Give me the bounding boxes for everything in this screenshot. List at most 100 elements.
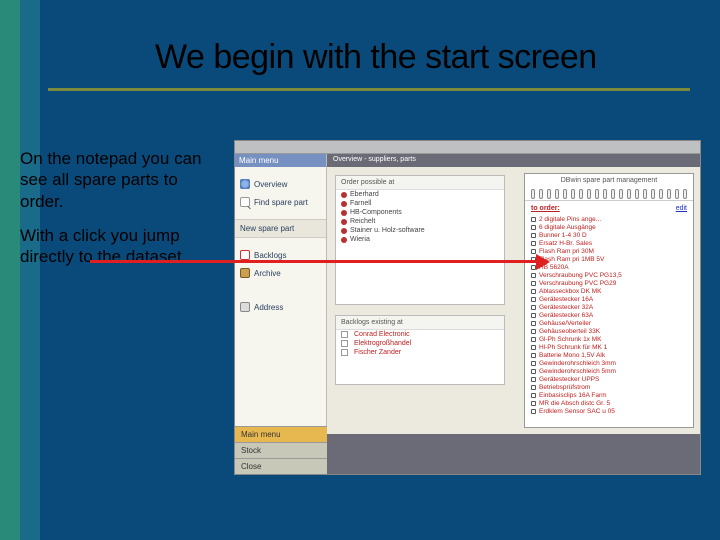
- notepad-item-text: Ablasseckbox DK MK: [539, 288, 602, 295]
- app-titlebar: [235, 141, 700, 154]
- notepad-item[interactable]: Gerätestecker UPPS: [531, 375, 687, 383]
- bullet-icon: [531, 393, 536, 398]
- notepad-item[interactable]: Flash Ram pri 30M: [531, 247, 687, 255]
- notepad-item[interactable]: Bunner 1-4 30 D: [531, 231, 687, 239]
- notepad-item[interactable]: 6 digitale Ausgänge: [531, 223, 687, 231]
- notepad-item-text: Erdklem Sensor SAC u 05: [539, 408, 615, 415]
- notepad-item[interactable]: Verschraubung PVC PG13,5: [531, 271, 687, 279]
- sidebar-item-overview[interactable]: Overview: [235, 175, 326, 193]
- notepad-item[interactable]: Betriebsprüfstrom: [531, 383, 687, 391]
- suppliers-panel: Order possible at EberhardFarnellHB-Comp…: [335, 175, 505, 305]
- notepad-order-label: to order:: [531, 205, 560, 212]
- bullet-icon: [531, 281, 536, 286]
- supplier-name: Eberhard: [350, 191, 379, 198]
- bottom-fill: [327, 434, 700, 474]
- bullet-icon: [531, 337, 536, 342]
- sidebar-item-label: Overview: [254, 180, 287, 189]
- notepad-item-text: Betriebsprüfstrom: [539, 384, 590, 391]
- notepad-item[interactable]: Gl-Ph Schrunk 1x MK: [531, 335, 687, 343]
- sidebar-item-new[interactable]: New spare part: [235, 219, 326, 238]
- supplier-dot-icon: [341, 201, 347, 207]
- application-window: Main menu Overview Find spare part New s…: [234, 140, 701, 475]
- supplier-dot-icon: [341, 210, 347, 216]
- bullet-icon: [531, 353, 536, 358]
- supplier-dot-icon: [341, 228, 347, 234]
- slide: We begin with the start screen On the no…: [0, 0, 720, 540]
- address-icon: [240, 302, 250, 312]
- notepad-title: DBwin spare part management: [525, 174, 693, 187]
- notepad-item-text: Bunner 1-4 30 D: [539, 232, 587, 239]
- notepad-item[interactable]: Gerätestecker 63A: [531, 311, 687, 319]
- notepad-item[interactable]: Gerätestecker 32A: [531, 303, 687, 311]
- backlogs-list: Conrad ElectronicElektrogroßhandelFische…: [336, 330, 504, 357]
- title-underline: [48, 88, 690, 91]
- backlog-row[interactable]: Conrad Electronic: [336, 330, 504, 339]
- bullet-icon: [531, 297, 536, 302]
- sidebar-item-label: Archive: [254, 269, 281, 278]
- notepad-item-text: Gehäuse/Verteiler: [539, 320, 591, 327]
- notepad-item[interactable]: HB 5620A: [531, 263, 687, 271]
- overview-icon: [240, 179, 250, 189]
- notepad-item[interactable]: Ersatz H-Br. Sales: [531, 239, 687, 247]
- supplier-row[interactable]: Reichelt: [336, 217, 504, 226]
- backlog-row[interactable]: Elektrogroßhandel: [336, 339, 504, 348]
- sidebar-item-label: New spare part: [240, 224, 294, 233]
- checkbox-icon[interactable]: [341, 340, 348, 347]
- bullet-icon: [531, 249, 536, 254]
- notepad-body: to order: edit 2 digitale Pins ange...6 …: [525, 201, 693, 419]
- supplier-row[interactable]: Farnell: [336, 199, 504, 208]
- backlogs-panel: Backlogs existing at Conrad ElectronicEl…: [335, 315, 505, 385]
- notepad-item-text: Gehäuseoberteil 33K: [539, 328, 600, 335]
- content-area: Order possible at EberhardFarnellHB-Comp…: [327, 167, 700, 434]
- notepad-item[interactable]: Flash Ram pri 1MB 5V: [531, 255, 687, 263]
- bullet-icon: [531, 377, 536, 382]
- notepad-item[interactable]: 2 digitale Pins ange...: [531, 215, 687, 223]
- notepad-edit-link[interactable]: edit: [676, 205, 687, 212]
- bullet-icon: [531, 369, 536, 374]
- bottom-nav-close[interactable]: Close: [235, 458, 327, 474]
- bottom-nav-main[interactable]: Main menu: [235, 426, 327, 442]
- sidebar-item-archive[interactable]: Archive: [235, 264, 326, 282]
- sidebar-item-label: Address: [254, 303, 283, 312]
- notepad-item[interactable]: Einbasisclips 16A Farm: [531, 391, 687, 399]
- supplier-row[interactable]: Stainer u. Holz-software: [336, 226, 504, 235]
- notepad-item[interactable]: Hl-Ph Schrunk für MK 1: [531, 343, 687, 351]
- bottom-nav-stock[interactable]: Stock: [235, 442, 327, 458]
- checkbox-icon[interactable]: [341, 349, 348, 356]
- supplier-dot-icon: [341, 192, 347, 198]
- bullet-icon: [531, 305, 536, 310]
- supplier-name: Reichelt: [350, 218, 375, 225]
- notepad-item-text: Gewinderohrschleich 3mm: [539, 360, 616, 367]
- notepad-item-text: Gerätestecker UPPS: [539, 376, 599, 383]
- backlogs-panel-title: Backlogs existing at: [336, 316, 504, 330]
- bullet-icon: [531, 241, 536, 246]
- sidebar-item-address[interactable]: Address: [235, 298, 326, 316]
- notepad-item[interactable]: Ablasseckbox DK MK: [531, 287, 687, 295]
- notepad-item[interactable]: MR die Absch distc Gr. 5: [531, 399, 687, 407]
- notepad-item[interactable]: Gerätestecker 16A: [531, 295, 687, 303]
- notepad-item-text: Hl-Ph Schrunk für MK 1: [539, 344, 607, 351]
- supplier-row[interactable]: Eberhard: [336, 190, 504, 199]
- bullet-icon: [531, 273, 536, 278]
- notepad-item[interactable]: Verschraubung PVC PG29: [531, 279, 687, 287]
- notepad-item-text: Ersatz H-Br. Sales: [539, 240, 592, 247]
- suppliers-list: EberhardFarnellHB-ComponentsReicheltStai…: [336, 190, 504, 244]
- notepad: DBwin spare part management to order: ed…: [524, 173, 694, 428]
- supplier-row[interactable]: HB-Components: [336, 208, 504, 217]
- supplier-name: Wieria: [350, 236, 370, 243]
- supplier-row[interactable]: Wieria: [336, 235, 504, 244]
- checkbox-icon[interactable]: [341, 331, 348, 338]
- bullet-icon: [531, 401, 536, 406]
- notepad-item[interactable]: Gehäuse/Verteiler: [531, 319, 687, 327]
- notepad-item[interactable]: Batterie Mono 1,5V Alk: [531, 351, 687, 359]
- bullet-icon: [531, 225, 536, 230]
- sidebar-item-find[interactable]: Find spare part: [235, 193, 326, 211]
- backlog-name: Elektrogroßhandel: [354, 340, 411, 347]
- notepad-item[interactable]: Gewinderohrschleich 5mm: [531, 367, 687, 375]
- notepad-item[interactable]: Gehäuseoberteil 33K: [531, 327, 687, 335]
- notepad-item[interactable]: Erdklem Sensor SAC u 05: [531, 407, 687, 415]
- backlog-row[interactable]: Fischer Zander: [336, 348, 504, 357]
- notepad-item[interactable]: Gewinderohrschleich 3mm: [531, 359, 687, 367]
- notepad-item-text: Einbasisclips 16A Farm: [539, 392, 607, 399]
- supplier-dot-icon: [341, 219, 347, 225]
